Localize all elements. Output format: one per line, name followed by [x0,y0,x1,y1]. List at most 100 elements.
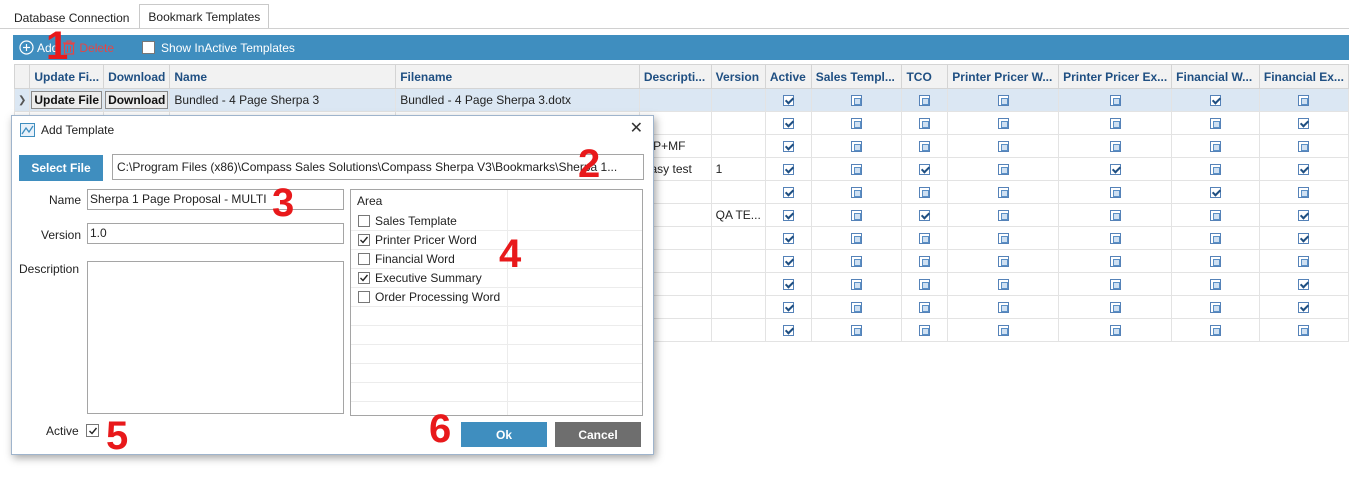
tab-database-connection[interactable]: Database Connection [6,7,137,29]
area-item-printer-pricer-word[interactable]: Printer Pricer Word [351,231,642,250]
area-checkbox[interactable] [358,215,370,227]
cell-checkbox[interactable] [997,95,1009,107]
description-textarea[interactable] [87,261,344,414]
cell-checkbox[interactable] [1298,210,1310,222]
cell-checkbox[interactable] [997,187,1009,199]
cell-checkbox[interactable] [919,141,931,153]
cell-checkbox[interactable] [1298,325,1310,337]
header-tco[interactable]: TCO [901,64,949,89]
header-version[interactable]: Version [710,64,766,89]
cell-checkbox[interactable] [1109,210,1121,222]
tab-bookmark-templates[interactable]: Bookmark Templates [139,4,270,29]
cell-checkbox[interactable] [1210,187,1222,199]
header-description[interactable]: Descripti... [638,64,712,89]
show-inactive-toggle[interactable]: Show InActive Templates [142,41,295,55]
cell-checkbox[interactable] [997,118,1009,130]
cell-checkbox[interactable] [1210,118,1222,130]
select-file-button[interactable]: Select File [19,155,103,181]
cell-checkbox[interactable] [782,256,794,268]
cell-checkbox[interactable] [919,187,931,199]
name-input[interactable]: Sherpa 1 Page Proposal - MULTI [87,189,344,210]
cell-checkbox[interactable] [997,279,1009,291]
file-path-field[interactable]: C:\Program Files (x86)\Compass Sales Sol… [112,154,644,180]
cell-checkbox[interactable] [782,164,794,176]
cell-checkbox[interactable] [997,302,1009,314]
cell-checkbox[interactable] [851,256,863,268]
cell-checkbox[interactable] [919,325,931,337]
area-item-sales-template[interactable]: Sales Template [351,212,642,231]
cell-checkbox[interactable] [851,302,863,314]
active-checkbox[interactable] [86,424,99,437]
header-sales-template[interactable]: Sales Templ... [810,64,903,89]
cell-checkbox[interactable] [1298,279,1310,291]
cell-checkbox[interactable] [997,164,1009,176]
cell-checkbox[interactable] [1210,325,1222,337]
cell-checkbox[interactable] [1298,118,1310,130]
cell-checkbox[interactable] [782,302,794,314]
cell-checkbox[interactable] [997,256,1009,268]
cell-checkbox[interactable] [997,325,1009,337]
area-checkbox[interactable] [358,234,370,246]
cell-checkbox[interactable] [919,210,931,222]
cell-checkbox[interactable] [782,210,794,222]
cell-checkbox[interactable] [1298,164,1310,176]
cell-checkbox[interactable] [1210,141,1222,153]
cell-checkbox[interactable] [919,233,931,245]
cell-checkbox[interactable] [782,233,794,245]
header-update-file[interactable]: Update Fi... [29,64,105,89]
cell-checkbox[interactable] [782,118,794,130]
cell-checkbox[interactable] [997,210,1009,222]
cell-checkbox[interactable] [851,118,863,130]
delete-button[interactable]: Delete [62,40,114,55]
cell-checkbox[interactable] [1109,233,1121,245]
cell-checkbox[interactable] [1298,141,1310,153]
area-item-financial-word[interactable]: Financial Word [351,250,642,269]
cell-checkbox[interactable] [1298,233,1310,245]
header-download[interactable]: Download [103,64,171,89]
area-checkbox[interactable] [358,253,370,265]
cell-checkbox[interactable] [782,279,794,291]
cell-checkbox[interactable] [1298,302,1310,314]
header-financial-word[interactable]: Financial W... [1171,64,1260,89]
cell-checkbox[interactable] [1298,187,1310,199]
show-inactive-checkbox[interactable] [142,41,156,54]
cell-checkbox[interactable] [851,95,863,107]
cell-checkbox[interactable] [1109,141,1121,153]
cell-checkbox[interactable] [1109,325,1121,337]
area-checkbox[interactable] [358,291,370,303]
cell-checkbox[interactable] [851,233,863,245]
header-name[interactable]: Name [169,64,397,89]
download-button[interactable]: Download [105,91,169,109]
cell-checkbox[interactable] [1109,302,1121,314]
header-financial-excel[interactable]: Financial Ex... [1258,64,1349,89]
cell-checkbox[interactable] [1210,95,1222,107]
cell-checkbox[interactable] [919,279,931,291]
cell-checkbox[interactable] [1109,187,1121,199]
cell-checkbox[interactable] [1210,279,1222,291]
cell-checkbox[interactable] [997,141,1009,153]
cell-checkbox[interactable] [1109,279,1121,291]
cell-checkbox[interactable] [782,95,794,107]
cell-checkbox[interactable] [851,279,863,291]
cell-checkbox[interactable] [919,164,931,176]
cell-checkbox[interactable] [1109,95,1121,107]
cell-checkbox[interactable] [1109,164,1121,176]
area-item-executive-summary[interactable]: Executive Summary [351,269,642,288]
cell-checkbox[interactable] [1210,256,1222,268]
ok-button[interactable]: Ok [461,422,547,447]
cell-checkbox[interactable] [919,302,931,314]
cell-checkbox[interactable] [1210,233,1222,245]
header-printer-pricer-excel[interactable]: Printer Pricer Ex... [1058,64,1173,89]
cell-checkbox[interactable] [851,164,863,176]
cell-checkbox[interactable] [1298,256,1310,268]
cell-checkbox[interactable] [851,141,863,153]
cell-checkbox[interactable] [997,233,1009,245]
cell-checkbox[interactable] [919,118,931,130]
cell-checkbox[interactable] [1109,256,1121,268]
header-printer-pricer-word[interactable]: Printer Pricer W... [947,64,1060,89]
header-active[interactable]: Active [764,64,812,89]
cell-checkbox[interactable] [782,187,794,199]
table-row[interactable]: ❯ Update File Download Bundled - 4 Page … [13,88,1349,112]
update-file-button[interactable]: Update File [31,91,103,109]
cell-checkbox[interactable] [851,210,863,222]
